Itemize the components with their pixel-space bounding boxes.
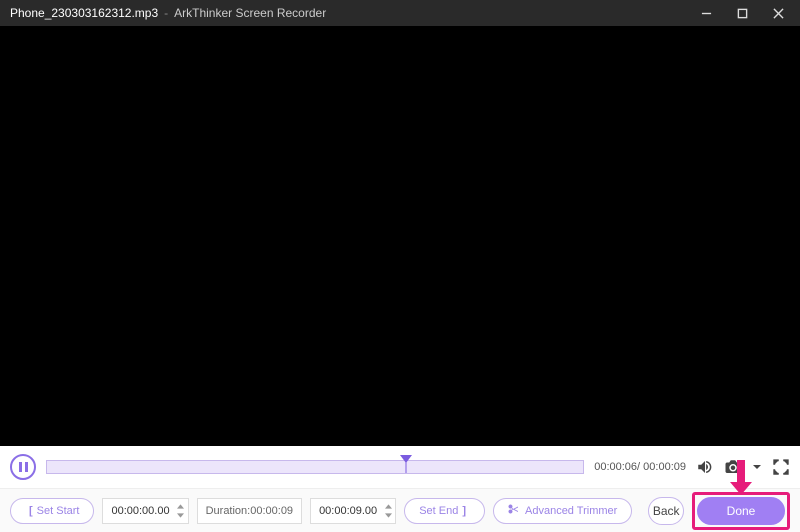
minimize-button[interactable] xyxy=(688,0,724,26)
close-button[interactable] xyxy=(760,0,796,26)
spinner-up-icon xyxy=(383,502,393,511)
duration-display: Duration:00:00:09 xyxy=(197,498,302,524)
fullscreen-button[interactable] xyxy=(772,458,790,476)
playback-row: 00:00:06/ 00:00:09 xyxy=(0,446,800,488)
video-preview[interactable] xyxy=(0,26,800,446)
advanced-trimmer-label: Advanced Trimmer xyxy=(525,505,617,517)
advanced-trimmer-button[interactable]: Advanced Trimmer xyxy=(493,498,632,524)
title-separator: - xyxy=(164,6,168,20)
time-display: 00:00:06/ 00:00:09 xyxy=(594,461,686,473)
end-time-spinner[interactable] xyxy=(383,502,393,520)
end-time-input[interactable]: 00:00:09.00 xyxy=(310,498,396,524)
pause-icon xyxy=(19,462,28,472)
maximize-button[interactable] xyxy=(724,0,760,26)
volume-icon xyxy=(696,458,714,476)
back-label: Back xyxy=(653,504,680,518)
spinner-down-icon xyxy=(383,511,393,520)
start-time-input[interactable]: 00:00:00.00 xyxy=(102,498,188,524)
titlebar: Phone_230303162312.mp3 - ArkThinker Scre… xyxy=(0,0,800,26)
bracket-open-icon: [ xyxy=(29,505,33,517)
bracket-close-icon: ] xyxy=(462,505,466,517)
timeline-scrubber[interactable] xyxy=(46,460,584,474)
total-time: 00:00:09 xyxy=(643,461,686,473)
playhead-marker-icon xyxy=(400,455,412,465)
duration-label: Duration: xyxy=(206,505,251,517)
pause-button[interactable] xyxy=(10,454,36,480)
end-time-value: 00:00:09.00 xyxy=(319,505,377,517)
scissors-icon xyxy=(508,503,525,518)
fullscreen-icon xyxy=(772,458,790,476)
duration-value: 00:00:09 xyxy=(250,505,293,517)
annotation-arrow-icon xyxy=(730,460,752,495)
set-end-button[interactable]: Set End ] xyxy=(404,498,485,524)
back-button[interactable]: Back xyxy=(648,497,684,525)
start-time-spinner[interactable] xyxy=(176,502,186,520)
volume-button[interactable] xyxy=(696,458,714,476)
snapshot-dropdown[interactable] xyxy=(752,462,762,472)
trim-row: [ Set Start 00:00:00.00 Duration:00:00:0… xyxy=(0,489,800,532)
done-label: Done xyxy=(727,504,756,518)
current-time: 00:00:06 xyxy=(594,461,637,473)
set-end-label: Set End xyxy=(419,505,458,517)
title-appname: ArkThinker Screen Recorder xyxy=(174,6,326,20)
set-start-button[interactable]: [ Set Start xyxy=(10,498,94,524)
annotation-highlight: Done xyxy=(692,492,790,530)
chevron-down-icon xyxy=(752,462,762,472)
spinner-down-icon xyxy=(176,511,186,520)
set-start-label: Set Start xyxy=(37,505,80,517)
done-button[interactable]: Done xyxy=(697,497,785,525)
title-filename: Phone_230303162312.mp3 xyxy=(10,6,158,20)
spinner-up-icon xyxy=(176,502,186,511)
start-time-value: 00:00:00.00 xyxy=(111,505,169,517)
